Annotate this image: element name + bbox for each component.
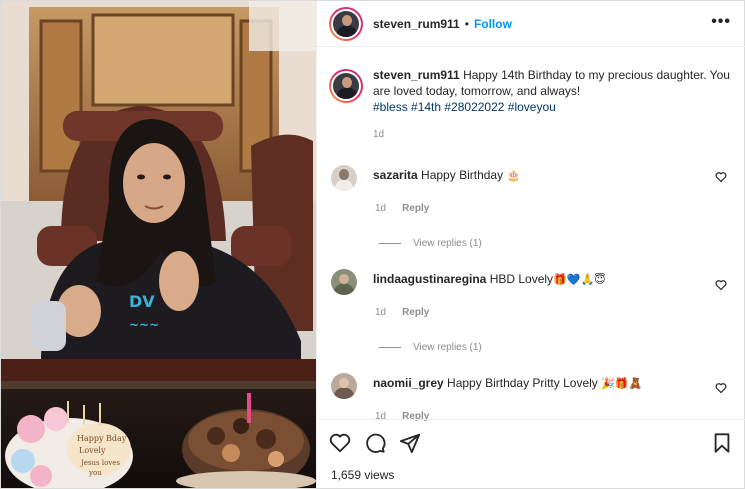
view-replies-button[interactable]: View replies (1) — [379, 238, 482, 249]
post-header: steven_rum911 • Follow ••• — [317, 1, 745, 47]
comment-like-heart-icon[interactable] — [715, 279, 727, 291]
view-replies-button[interactable]: View replies (1) — [379, 342, 482, 353]
comment-like-heart-icon[interactable] — [715, 382, 727, 394]
post-caption: steven_rum911 Happy 14th Birthday to my … — [329, 67, 733, 143]
bookmark-icon[interactable] — [711, 432, 733, 454]
follow-button[interactable]: Follow — [474, 17, 512, 31]
comment-emoji: 🎁💙🙏😇 — [553, 273, 606, 286]
views-count: 1,659 views — [331, 468, 395, 482]
commenter-avatar[interactable] — [331, 373, 357, 399]
comment-timestamp: 1d — [375, 307, 387, 318]
comment-text: HBD Lovely — [489, 272, 554, 286]
post-side-panel: steven_rum911 • Follow ••• steven_rum911… — [316, 1, 745, 488]
post-photo[interactable]: DV ~~~ Happy Bday Lovely Jesus loves you — [1, 1, 316, 488]
birthday-photo-illustration: DV ~~~ Happy Bday Lovely Jesus loves you — [1, 1, 316, 488]
commenter-username[interactable]: lindaagustinaregina — [373, 272, 486, 286]
post-frame: DV ~~~ Happy Bday Lovely Jesus loves you — [0, 0, 745, 489]
caption-author-avatar[interactable] — [329, 69, 363, 103]
reply-button[interactable]: Reply — [402, 307, 429, 318]
more-options-icon[interactable]: ••• — [711, 14, 731, 30]
comment-item: sazarita Happy Birthday 🎂 1d Reply — [331, 165, 735, 214]
author-username[interactable]: steven_rum911 — [373, 17, 460, 31]
commenter-avatar[interactable] — [331, 165, 357, 191]
heart-icon[interactable] — [329, 432, 351, 454]
post-actions-bar: 1,659 views — [317, 419, 745, 488]
svg-text:Jesus loves: Jesus loves — [80, 459, 120, 467]
commenter-username[interactable]: naomii_grey — [373, 376, 444, 390]
svg-text:Lovely: Lovely — [79, 446, 106, 455]
caption-username[interactable]: steven_rum911 — [373, 68, 460, 82]
svg-text:~~~: ~~~ — [129, 318, 159, 332]
reply-button[interactable]: Reply — [402, 203, 429, 214]
commenter-username[interactable]: sazarita — [373, 168, 418, 182]
caption-hashtags[interactable]: #bless #14th #28022022 #loveyou — [373, 99, 733, 115]
comment-emoji: 🎂 — [506, 169, 521, 182]
share-icon[interactable] — [399, 432, 421, 454]
svg-text:you: you — [88, 469, 102, 477]
separator-dot: • — [464, 16, 469, 31]
comment-item: lindaagustinaregina HBD Lovely🎁💙🙏😇 1d Re… — [331, 269, 735, 318]
svg-text:DV: DV — [129, 292, 155, 311]
comment-emoji: 🎉🎁🧸 — [601, 377, 643, 390]
comment-timestamp: 1d — [375, 203, 387, 214]
author-avatar[interactable] — [329, 6, 363, 41]
caption-timestamp: 1d — [373, 129, 385, 140]
comment-text: Happy Birthday Pritty Lovely — [447, 376, 598, 390]
comment-icon[interactable] — [364, 432, 386, 454]
commenter-avatar[interactable] — [331, 269, 357, 295]
comment-text: Happy Birthday — [421, 168, 504, 182]
comment-like-heart-icon[interactable] — [715, 171, 727, 183]
comment-item: naomii_grey Happy Birthday Pritty Lovely… — [331, 373, 735, 422]
svg-text:Happy Bday: Happy Bday — [77, 434, 127, 443]
